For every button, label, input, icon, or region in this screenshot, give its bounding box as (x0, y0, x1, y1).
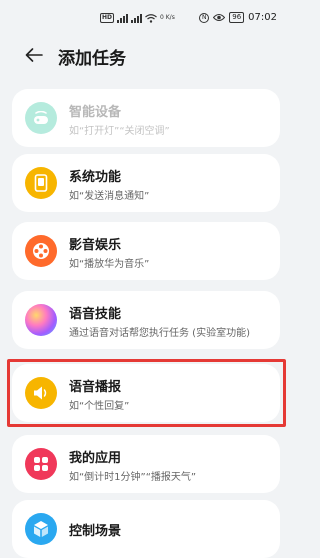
task-item-media-entertainment[interactable]: 影音娱乐 如“播放华为音乐” (12, 222, 280, 280)
status-bar: HD 0 K/s N 96 07:02 (0, 0, 295, 36)
task-subtitle: 如“播放华为音乐” (69, 259, 150, 270)
task-item-voice-skill[interactable]: 语音技能 通过语音对话帮您执行任务 (实验室功能) (12, 291, 280, 349)
task-title: 我的应用 (69, 451, 122, 466)
task-item-control-scene[interactable]: 控制场景 (12, 500, 280, 558)
task-subtitle: 通过语音对话帮您执行任务 (实验室功能) (69, 328, 250, 339)
task-subtitle: 如“个性回复” (69, 401, 130, 412)
smart-device-icon (25, 102, 57, 134)
film-reel-icon (25, 235, 57, 267)
battery-icon: 96 (229, 12, 245, 23)
header: 添加任务 (0, 38, 295, 74)
task-title: 系统功能 (69, 170, 122, 185)
task-title: 语音播报 (69, 380, 122, 395)
page-title: 添加任务 (58, 49, 126, 69)
phone-system-icon (25, 167, 57, 199)
clock: 07:02 (248, 12, 277, 23)
task-item-voice-broadcast[interactable]: 语音播报 如“个性回复” (12, 364, 280, 422)
task-subtitle: 如“发送消息通知” (69, 191, 150, 202)
hd-icon: HD (100, 13, 115, 23)
nfc-icon: N (199, 12, 210, 23)
signal-icon (117, 13, 129, 23)
status-indicators: HD 0 K/s (100, 13, 175, 23)
network-speed: 0 K/s (160, 14, 175, 21)
task-title: 语音技能 (69, 307, 122, 322)
status-right: N 96 07:02 (199, 12, 277, 23)
wifi-icon (145, 13, 157, 23)
task-title: 控制场景 (69, 524, 122, 539)
task-subtitle: 如“倒计时1分钟”“播报天气” (69, 472, 197, 483)
signal-2-icon (131, 13, 143, 23)
task-subtitle: 如“打开灯”“关闭空调” (69, 126, 170, 137)
task-item-smart-device[interactable]: 智能设备 如“打开灯”“关闭空调” (12, 89, 280, 147)
apps-grid-icon (25, 448, 57, 480)
task-title: 智能设备 (69, 105, 122, 120)
task-item-system-function[interactable]: 系统功能 如“发送消息通知” (12, 154, 280, 212)
task-item-my-apps[interactable]: 我的应用 如“倒计时1分钟”“播报天气” (12, 435, 280, 493)
back-button[interactable] (22, 43, 46, 67)
voice-orb-icon (25, 304, 57, 336)
scene-cube-icon (25, 513, 57, 545)
speaker-icon (25, 377, 57, 409)
back-arrow-icon (25, 48, 43, 62)
eye-icon (213, 14, 226, 21)
task-title: 影音娱乐 (69, 238, 122, 253)
